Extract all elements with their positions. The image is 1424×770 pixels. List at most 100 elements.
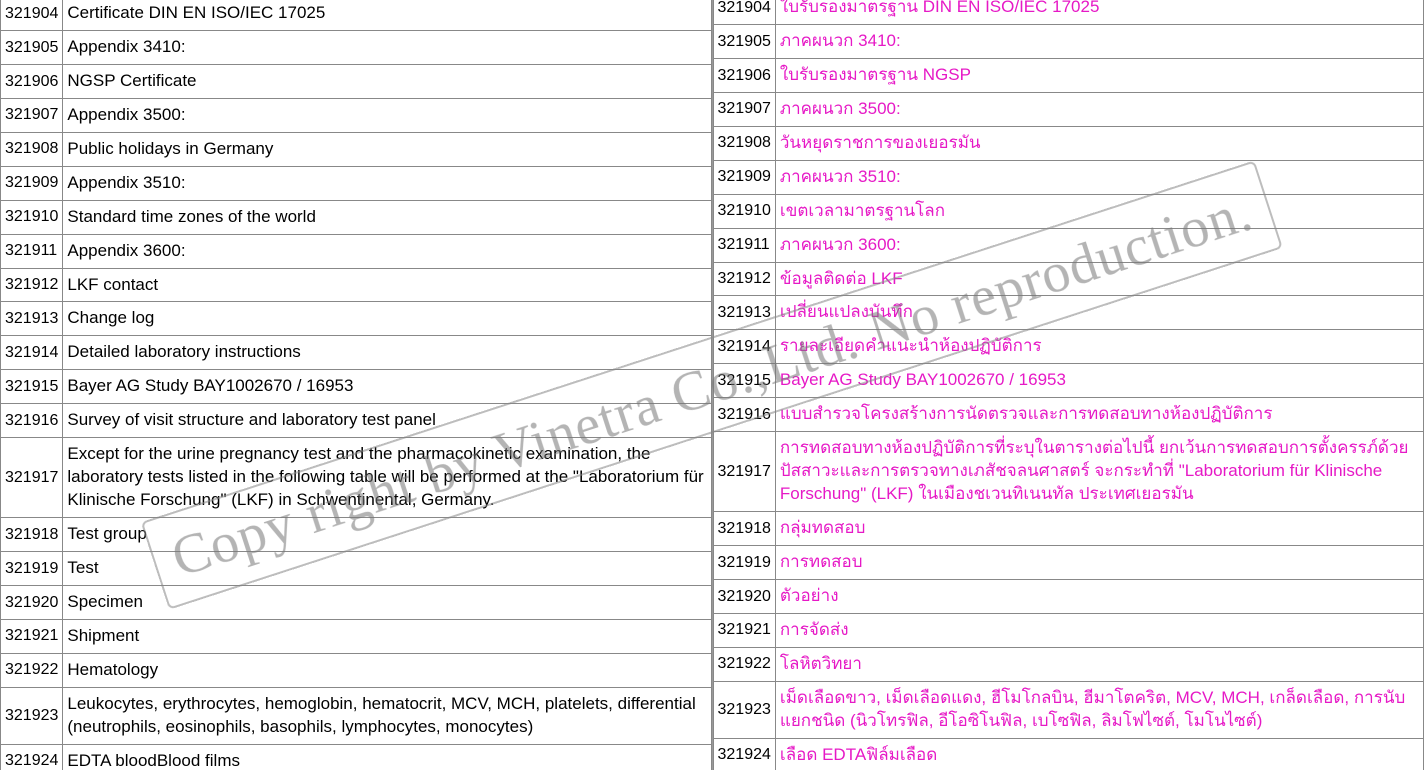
row-id: 321921	[713, 613, 775, 647]
table-row[interactable]: 321905ภาคผนวก 3410:	[713, 24, 1424, 58]
row-id: 321919	[713, 545, 775, 579]
row-id: 321909	[1, 166, 63, 200]
table-row[interactable]: 321924EDTA bloodBlood films	[1, 744, 712, 770]
table-row[interactable]: 321912ข้อมูลติดต่อ LKF	[713, 262, 1424, 296]
row-id: 321917	[713, 432, 775, 512]
table-row[interactable]: 321915Bayer AG Study BAY1002670 / 16953	[1, 370, 712, 404]
row-id: 321922	[713, 647, 775, 681]
row-text: Bayer AG Study BAY1002670 / 16953	[63, 370, 711, 404]
row-id: 321908	[1, 132, 63, 166]
table-row[interactable]: 321909Appendix 3510:	[1, 166, 712, 200]
row-id: 321921	[1, 619, 63, 653]
row-text: การทดสอบทางห้องปฏิบัติการที่ระบุในตารางต…	[775, 432, 1423, 512]
table-row[interactable]: 321921Shipment	[1, 619, 712, 653]
table-row[interactable]: 321906ใบรับรองมาตรฐาน NGSP	[713, 58, 1424, 92]
table-row[interactable]: 321905Appendix 3410:	[1, 30, 712, 64]
table-row[interactable]: 321916Survey of visit structure and labo…	[1, 404, 712, 438]
table-row[interactable]: 321910เขตเวลามาตรฐานโลก	[713, 194, 1424, 228]
table-row[interactable]: 321908วันหยุดราชการของเยอรมัน	[713, 126, 1424, 160]
table-row[interactable]: 321913Change log	[1, 302, 712, 336]
table-row[interactable]: 321923เม็ดเลือดขาว, เม็ดเลือดแดง, ฮีโมโก…	[713, 681, 1424, 738]
right-pane[interactable]: 321904ใบรับรองมาตรฐาน DIN EN ISO/IEC 170…	[713, 0, 1424, 770]
table-row[interactable]: 321911ภาคผนวก 3600:	[713, 228, 1424, 262]
row-text: Shipment	[63, 619, 711, 653]
row-text: วันหยุดราชการของเยอรมัน	[775, 126, 1423, 160]
row-text: NGSP Certificate	[63, 64, 711, 98]
row-text: Hematology	[63, 653, 711, 687]
table-row[interactable]: 321914รายละเอียดคำแนะนำห้องปฏิบัติการ	[713, 330, 1424, 364]
table-row[interactable]: 321911Appendix 3600:	[1, 234, 712, 268]
table-row[interactable]: 321921การจัดส่ง	[713, 613, 1424, 647]
row-id: 321914	[1, 336, 63, 370]
table-row[interactable]: 321914Detailed laboratory instructions	[1, 336, 712, 370]
table-row[interactable]: 321920ตัวอย่าง	[713, 579, 1424, 613]
row-id: 321906	[1, 64, 63, 98]
table-row[interactable]: 321924เลือด EDTAฟิล์มเลือด	[713, 738, 1424, 770]
row-id: 321913	[713, 296, 775, 330]
row-id: 321912	[713, 262, 775, 296]
row-id: 321918	[1, 518, 63, 552]
row-text: เม็ดเลือดขาว, เม็ดเลือดแดง, ฮีโมโกลบิน, …	[775, 681, 1423, 738]
row-id: 321909	[713, 160, 775, 194]
table-row[interactable]: 321912LKF contact	[1, 268, 712, 302]
row-id: 321910	[713, 194, 775, 228]
row-text: เขตเวลามาตรฐานโลก	[775, 194, 1423, 228]
table-row[interactable]: 321910Standard time zones of the world	[1, 200, 712, 234]
row-text: Leukocytes, erythrocytes, hemoglobin, he…	[63, 687, 711, 744]
row-id: 321923	[713, 681, 775, 738]
row-id: 321905	[713, 24, 775, 58]
table-row[interactable]: 321907ภาคผนวก 3500:	[713, 92, 1424, 126]
table-row[interactable]: 321917Except for the urine pregnancy tes…	[1, 438, 712, 518]
row-id: 321910	[1, 200, 63, 234]
row-text: โลหิตวิทยา	[775, 647, 1423, 681]
row-id: 321906	[713, 58, 775, 92]
row-text: Appendix 3600:	[63, 234, 711, 268]
row-id: 321904	[1, 0, 63, 30]
row-id: 321913	[1, 302, 63, 336]
row-text: ภาคผนวก 3600:	[775, 228, 1423, 262]
row-id: 321924	[713, 738, 775, 770]
row-id: 321915	[1, 370, 63, 404]
row-text: ภาคผนวก 3510:	[775, 160, 1423, 194]
table-row[interactable]: 321904Certificate DIN EN ISO/IEC 17025	[1, 0, 712, 30]
table-row[interactable]: 321922Hematology	[1, 653, 712, 687]
split-container: 321904Certificate DIN EN ISO/IEC 1702532…	[0, 0, 1424, 770]
row-text: เลือด EDTAฟิล์มเลือด	[775, 738, 1423, 770]
row-text: Appendix 3500:	[63, 98, 711, 132]
row-id: 321920	[713, 579, 775, 613]
table-row[interactable]: 321918Test group	[1, 518, 712, 552]
table-row[interactable]: 321922โลหิตวิทยา	[713, 647, 1424, 681]
row-text: Change log	[63, 302, 711, 336]
row-text: Bayer AG Study BAY1002670 / 16953	[775, 364, 1423, 398]
row-id: 321907	[713, 92, 775, 126]
table-row[interactable]: 321913เปลี่ยนแปลงบันทึก	[713, 296, 1424, 330]
table-row[interactable]: 321906NGSP Certificate	[1, 64, 712, 98]
row-id: 321918	[713, 512, 775, 546]
row-text: รายละเอียดคำแนะนำห้องปฏิบัติการ	[775, 330, 1423, 364]
row-text: Certificate DIN EN ISO/IEC 17025	[63, 0, 711, 30]
row-text: Except for the urine pregnancy test and …	[63, 438, 711, 518]
table-row[interactable]: 321919Test	[1, 551, 712, 585]
row-text: ภาคผนวก 3410:	[775, 24, 1423, 58]
row-id: 321911	[713, 228, 775, 262]
row-text: EDTA bloodBlood films	[63, 744, 711, 770]
row-id: 321907	[1, 98, 63, 132]
row-id: 321916	[713, 398, 775, 432]
table-row[interactable]: 321908Public holidays in Germany	[1, 132, 712, 166]
table-row[interactable]: 321904ใบรับรองมาตรฐาน DIN EN ISO/IEC 170…	[713, 0, 1424, 24]
table-row[interactable]: 321917การทดสอบทางห้องปฏิบัติการที่ระบุใน…	[713, 432, 1424, 512]
row-id: 321908	[713, 126, 775, 160]
left-pane[interactable]: 321904Certificate DIN EN ISO/IEC 1702532…	[0, 0, 713, 770]
table-row[interactable]: 321918กลุ่มทดสอบ	[713, 512, 1424, 546]
table-row[interactable]: 321909ภาคผนวก 3510:	[713, 160, 1424, 194]
row-text: การทดสอบ	[775, 545, 1423, 579]
table-row[interactable]: 321916แบบสำรวจโครงสร้างการนัดตรวจและการท…	[713, 398, 1424, 432]
left-table: 321904Certificate DIN EN ISO/IEC 1702532…	[0, 0, 712, 770]
table-row[interactable]: 321915Bayer AG Study BAY1002670 / 16953	[713, 364, 1424, 398]
table-row[interactable]: 321920Specimen	[1, 585, 712, 619]
row-id: 321915	[713, 364, 775, 398]
table-row[interactable]: 321923Leukocytes, erythrocytes, hemoglob…	[1, 687, 712, 744]
row-text: Specimen	[63, 585, 711, 619]
table-row[interactable]: 321919การทดสอบ	[713, 545, 1424, 579]
table-row[interactable]: 321907Appendix 3500:	[1, 98, 712, 132]
